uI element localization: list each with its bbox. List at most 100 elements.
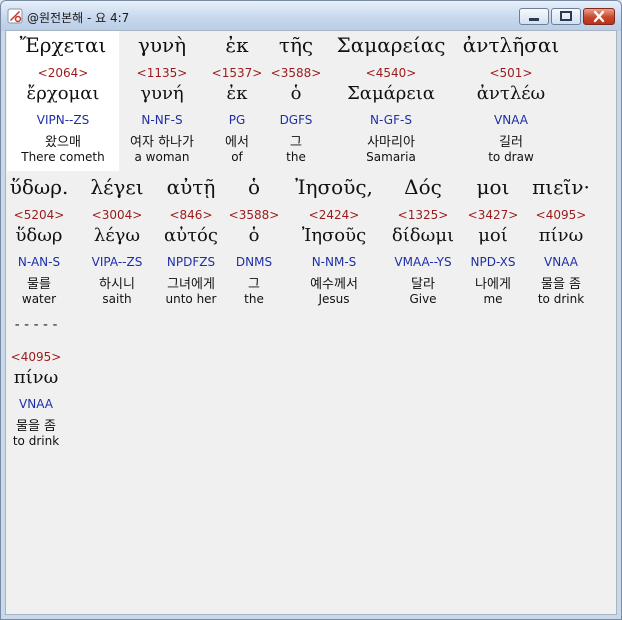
greek-word: Ἰησοῦς, (295, 175, 373, 199)
word-iesous[interactable]: Ἰησοῦς, <2424> Ἰησοῦς N-NM-S 예수께서 Jesus (286, 173, 382, 313)
english-gloss: Samaria (366, 150, 416, 164)
korean-gloss: 사마리아 (367, 135, 415, 150)
morphology: VIPA--ZS (91, 255, 143, 269)
greek-word: Σαμαρείας (336, 33, 446, 57)
greek-word: μοι (476, 175, 510, 199)
korean-gloss: 그 (290, 135, 302, 150)
lemma: ὕδωρ (15, 225, 63, 246)
morphology: DNMS (235, 255, 273, 269)
lemma: γυνή (140, 83, 184, 104)
window-title: @원전본해 - 요 4:7 (27, 11, 130, 25)
english-gloss: of (231, 150, 243, 164)
title-bar[interactable]: @원전본해 - 요 4:7 (1, 1, 621, 31)
lemma: πίνω (538, 225, 584, 246)
strong-number: <846> (169, 208, 213, 222)
close-button[interactable] (583, 8, 615, 25)
morphology: N-AN-S (17, 255, 61, 269)
morphology: VNAA (544, 255, 578, 269)
english-gloss: to draw (488, 150, 534, 164)
english-gloss: unto her (165, 292, 217, 306)
english-gloss: a woman (134, 150, 190, 164)
greek-word: πιεῖν· (532, 175, 590, 199)
word-ek[interactable]: ἐκ <1537> ἐκ PG 에서 of (208, 31, 266, 171)
interlinear-view: Ἔρχεται <2064> ἔρχομαι VIPN--ZS 왔으매 Ther… (5, 30, 617, 615)
strong-number: <4095> (10, 350, 62, 364)
morphology: N-NM-S (311, 255, 357, 269)
morphology: PG (228, 113, 246, 127)
lemma: αὐτός (164, 225, 218, 246)
lemma: ὁ (248, 225, 260, 246)
korean-gloss: 여자 하나가 (130, 135, 194, 150)
word-ercheitai[interactable]: Ἔρχεται <2064> ἔρχομαι VIPN--ZS 왔으매 Ther… (7, 31, 119, 171)
lemma: Ἰησοῦς (301, 225, 367, 246)
lemma: δίδωμι (391, 225, 455, 246)
app-logo-icon (7, 8, 23, 24)
english-gloss: the (286, 150, 306, 164)
word-hydor[interactable]: ὕδωρ. <5204> ὕδωρ N-AN-S 물를 water (7, 173, 71, 313)
greek-word: Ἔρχεται (19, 33, 107, 57)
greek-word: ὕδωρ. (9, 175, 69, 199)
minimize-button[interactable] (519, 8, 549, 25)
strong-number: <1135> (136, 66, 188, 80)
morphology: VNAA (19, 397, 53, 411)
english-gloss: water (21, 292, 57, 306)
word-tes[interactable]: τῆς <3588> ὁ DGFS 그 the (268, 31, 324, 171)
strong-number: <2064> (37, 66, 89, 80)
maximize-button[interactable] (551, 8, 581, 25)
app-window: @원전본해 - 요 4:7 Ἔρχεται <2064> ἔρχομαι VIP… (0, 0, 622, 620)
strong-number: <2424> (308, 208, 360, 222)
word-piein[interactable]: πιεῖν· <4095> πίνω VNAA 물을 좀 to drink (524, 173, 598, 313)
korean-gloss: 그 (248, 277, 260, 292)
morphology: VNAA (494, 113, 528, 127)
strong-number: <3588> (228, 208, 280, 222)
word-aute[interactable]: αὐτῇ <846> αὐτός NPDFZS 그녀에게 unto her (156, 173, 226, 313)
morphology: N-NF-S (141, 113, 183, 127)
lemma: ἔρχομαι (26, 83, 100, 104)
greek-word: τῆς (278, 33, 314, 57)
morphology: NPD-XS (470, 255, 516, 269)
korean-gloss: 왔으매 (45, 135, 81, 150)
english-gloss: Give (409, 292, 437, 306)
greek-word: Δός (404, 175, 442, 199)
word-gyne[interactable]: γυνὴ <1135> γυνή N-NF-S 여자 하나가 a woman (119, 31, 205, 171)
strong-number: <5204> (13, 208, 65, 222)
word-moi[interactable]: μοι <3427> μοί NPD-XS 나에게 me (462, 173, 524, 313)
morphology: VMAA--YS (394, 255, 452, 269)
english-gloss: Jesus (318, 292, 350, 306)
korean-gloss: 달라 (411, 277, 435, 292)
word-ho[interactable]: ὁ <3588> ὁ DNMS 그 the (228, 173, 280, 313)
korean-gloss: 나에게 (475, 277, 511, 292)
strong-number: <1325> (397, 208, 449, 222)
word-samareias[interactable]: Σαμαρείας <4540> Σαμάρεια N-GF-S 사마리아 Sa… (324, 31, 458, 171)
lemma: ὁ (290, 83, 302, 104)
lemma: μοί (478, 225, 508, 246)
lemma: λέγω (93, 225, 141, 246)
strong-number: <3004> (91, 208, 143, 222)
morphology: VIPN--ZS (36, 113, 90, 127)
strong-number: <3588> (270, 66, 322, 80)
english-gloss: to drink (537, 292, 585, 306)
greek-word: ἐκ (225, 33, 249, 57)
korean-gloss: 하시니 (99, 277, 135, 292)
korean-gloss: 그녀에게 (167, 277, 215, 292)
strong-number: <1537> (211, 66, 263, 80)
korean-gloss: 물를 (27, 277, 51, 292)
word-antlesai[interactable]: ἀντλῆσαι <501> ἀντλέω VNAA 길러 to draw (454, 31, 568, 171)
maximize-icon (560, 11, 572, 21)
lemma: πίνω (13, 367, 59, 388)
english-gloss: There cometh (21, 150, 105, 164)
lemma: Σαμάρεια (347, 83, 435, 104)
word-legei[interactable]: λέγει <3004> λέγω VIPA--ZS 하시니 saith (80, 173, 154, 313)
minimize-icon (529, 18, 539, 21)
greek-word: λέγει (90, 175, 144, 199)
word-dos[interactable]: Δός <1325> δίδωμι VMAA--YS 달라 Give (384, 173, 462, 313)
greek-word: ὁ (247, 175, 261, 199)
english-gloss: me (483, 292, 503, 306)
word-pino-extra[interactable]: <4095> πίνω VNAA 물을 좀 to drink (7, 315, 65, 455)
lemma: ἐκ (226, 83, 248, 104)
morphology: NPDFZS (166, 255, 216, 269)
korean-gloss: 에서 (225, 135, 249, 150)
morphology: N-GF-S (370, 113, 412, 127)
korean-gloss: 예수께서 (310, 277, 358, 292)
greek-word: ἀντλῆσαι (462, 33, 560, 57)
